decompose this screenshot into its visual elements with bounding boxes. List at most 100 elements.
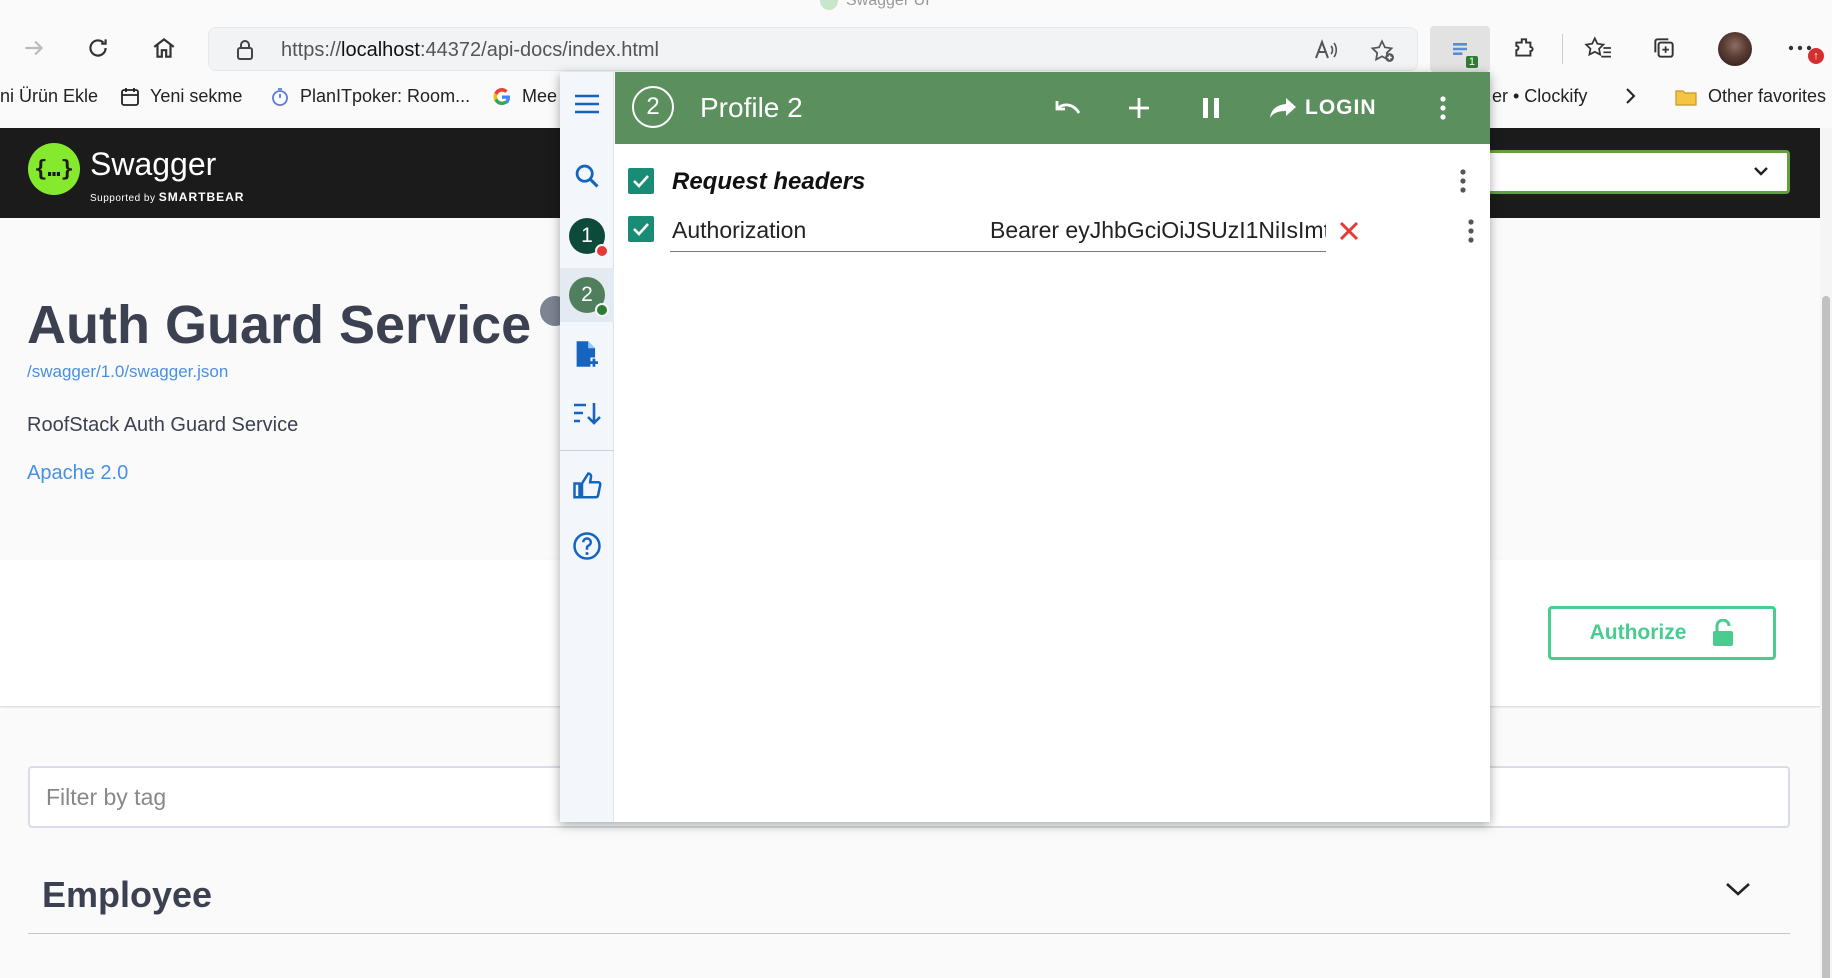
add-favorite-icon[interactable] bbox=[1369, 38, 1395, 64]
window-title-text: Swagger UI bbox=[846, 0, 930, 9]
api-description: RoofStack Auth Guard Service bbox=[27, 414, 299, 436]
window-title: Swagger UI bbox=[820, 0, 930, 10]
bookmark-label: Other favorites bbox=[1708, 86, 1827, 106]
address-bar[interactable]: https://localhost:44372/api-docs/index.h… bbox=[208, 27, 1418, 71]
active-check-icon bbox=[595, 303, 609, 317]
stopwatch-icon bbox=[272, 87, 288, 106]
plus-icon bbox=[1129, 98, 1149, 118]
rate-button[interactable] bbox=[567, 466, 607, 506]
url-path: :44372/api-docs/index.html bbox=[419, 39, 660, 61]
help-icon bbox=[573, 532, 601, 560]
lock-icon[interactable] bbox=[235, 39, 255, 61]
profile-number: 1 bbox=[581, 224, 593, 247]
supported-by-text: Supported by bbox=[90, 193, 156, 204]
header-enabled-checkbox[interactable] bbox=[628, 216, 654, 242]
swagger-logo-icon[interactable]: {…} bbox=[28, 143, 80, 195]
extensions-button[interactable] bbox=[1503, 26, 1547, 70]
modheader-popup: 1 2 2 Profile 2 LOGIN Request headers Au… bbox=[560, 72, 1490, 822]
inactive-status-icon bbox=[595, 244, 609, 258]
bookmark-item[interactable]: Other favorites bbox=[1674, 86, 1826, 107]
check-icon bbox=[633, 223, 649, 236]
profile-1-button[interactable]: 1 bbox=[567, 216, 609, 258]
authorize-label: Authorize bbox=[1589, 621, 1687, 644]
bookmark-label: er • Clockify bbox=[1492, 86, 1588, 106]
swagger-brand[interactable]: Swagger bbox=[90, 146, 216, 183]
url-scheme: https:// bbox=[281, 39, 342, 61]
extension-badge: 1 bbox=[1465, 56, 1478, 68]
search-icon bbox=[575, 164, 599, 188]
bookmark-item[interactable]: Yeni sekme bbox=[120, 86, 242, 107]
profile-avatar[interactable] bbox=[1718, 32, 1752, 66]
url-text[interactable]: https://localhost:44372/api-docs/index.h… bbox=[281, 39, 659, 62]
modheader-extension-button[interactable]: 1 bbox=[1430, 26, 1490, 72]
definition-select[interactable] bbox=[1470, 150, 1790, 194]
collections-icon bbox=[1654, 38, 1674, 58]
thumbs-up-icon bbox=[573, 472, 602, 499]
profile-number-badge[interactable]: 2 bbox=[632, 86, 674, 128]
header-value-field[interactable]: Bearer eyJhbGciOiJSUzI1NiIsImtpZCI6 bbox=[960, 212, 1326, 252]
supported-by: Supported by SMARTBEAR bbox=[90, 190, 244, 204]
smartbear-text: SMARTBEAR bbox=[158, 190, 245, 204]
folder-icon bbox=[1675, 89, 1697, 106]
section-menu-button[interactable] bbox=[1448, 164, 1478, 198]
bookmark-label: Mee bbox=[522, 86, 558, 106]
sort-icon bbox=[574, 403, 601, 425]
favorites-button[interactable] bbox=[1576, 26, 1620, 70]
close-icon bbox=[1339, 221, 1359, 241]
page-scrollbar[interactable] bbox=[1820, 128, 1832, 978]
more-vertical-icon bbox=[1460, 169, 1466, 193]
url-host: localhost bbox=[341, 39, 420, 61]
profile-header: 2 Profile 2 LOGIN bbox=[615, 72, 1490, 144]
request-headers-section: Request headers bbox=[628, 164, 1468, 200]
popup-sidebar: 1 2 bbox=[560, 72, 614, 822]
refresh-button[interactable] bbox=[76, 26, 120, 70]
help-button[interactable] bbox=[567, 526, 607, 566]
update-badge: ↑ bbox=[1808, 48, 1824, 64]
chevron-down-icon bbox=[1726, 883, 1750, 896]
undo-button[interactable] bbox=[1047, 88, 1087, 128]
home-button[interactable] bbox=[142, 26, 186, 70]
login-button[interactable]: LOGIN bbox=[1305, 96, 1377, 120]
scrollbar-thumb[interactable] bbox=[1822, 296, 1830, 978]
bookmark-item[interactable]: PlanITpoker: Room... bbox=[270, 86, 470, 107]
puzzle-icon bbox=[1515, 38, 1534, 57]
google-icon bbox=[493, 87, 510, 105]
pause-button[interactable] bbox=[1191, 88, 1231, 128]
authorize-button[interactable]: Authorize bbox=[1548, 606, 1776, 660]
add-profile-button[interactable] bbox=[567, 334, 607, 374]
bookmark-label: ni Ürün Ekle bbox=[0, 86, 99, 106]
license-link[interactable]: Apache 2.0 bbox=[27, 462, 128, 485]
forward-arrow-icon bbox=[25, 40, 44, 56]
tag-title[interactable]: Employee bbox=[42, 874, 212, 916]
bookmark-item[interactable]: Mee bbox=[492, 86, 557, 107]
profile-2-button[interactable]: 2 bbox=[567, 275, 609, 317]
spec-url-link[interactable]: /swagger/1.0/swagger.json bbox=[27, 362, 228, 382]
collections-button[interactable] bbox=[1642, 26, 1686, 70]
search-button[interactable] bbox=[567, 156, 607, 196]
check-icon bbox=[633, 175, 649, 188]
read-aloud-icon[interactable] bbox=[1313, 38, 1339, 62]
unlock-icon bbox=[1713, 619, 1734, 646]
menu-button[interactable] bbox=[567, 84, 607, 124]
profile-number: 2 bbox=[581, 283, 593, 306]
bookmark-item[interactable]: ni Ürün Ekle bbox=[0, 86, 98, 107]
undo-icon bbox=[1055, 101, 1081, 114]
bookmark-item[interactable]: er • Clockify bbox=[1492, 86, 1587, 107]
delete-header-button[interactable] bbox=[1334, 216, 1364, 246]
swagger-favicon-icon bbox=[820, 0, 838, 10]
header-menu-button[interactable] bbox=[1456, 214, 1486, 248]
share-arrow-icon bbox=[1270, 98, 1296, 118]
sort-button[interactable] bbox=[567, 394, 607, 434]
profile-menu-button[interactable] bbox=[1423, 88, 1463, 128]
header-name-field[interactable]: Authorization bbox=[670, 212, 960, 252]
more-vertical-icon bbox=[1440, 96, 1446, 120]
chevron-right-icon bbox=[1626, 88, 1636, 104]
forward-button[interactable] bbox=[12, 26, 56, 70]
toolbar-divider bbox=[1562, 34, 1563, 64]
request-headers-checkbox[interactable] bbox=[628, 168, 654, 194]
share-button[interactable] bbox=[1263, 88, 1303, 128]
tag-section-employee[interactable]: Employee bbox=[28, 866, 1790, 934]
profile-name[interactable]: Profile 2 bbox=[700, 92, 803, 124]
bookmarks-overflow-button[interactable] bbox=[1624, 86, 1638, 106]
add-button[interactable] bbox=[1119, 88, 1159, 128]
